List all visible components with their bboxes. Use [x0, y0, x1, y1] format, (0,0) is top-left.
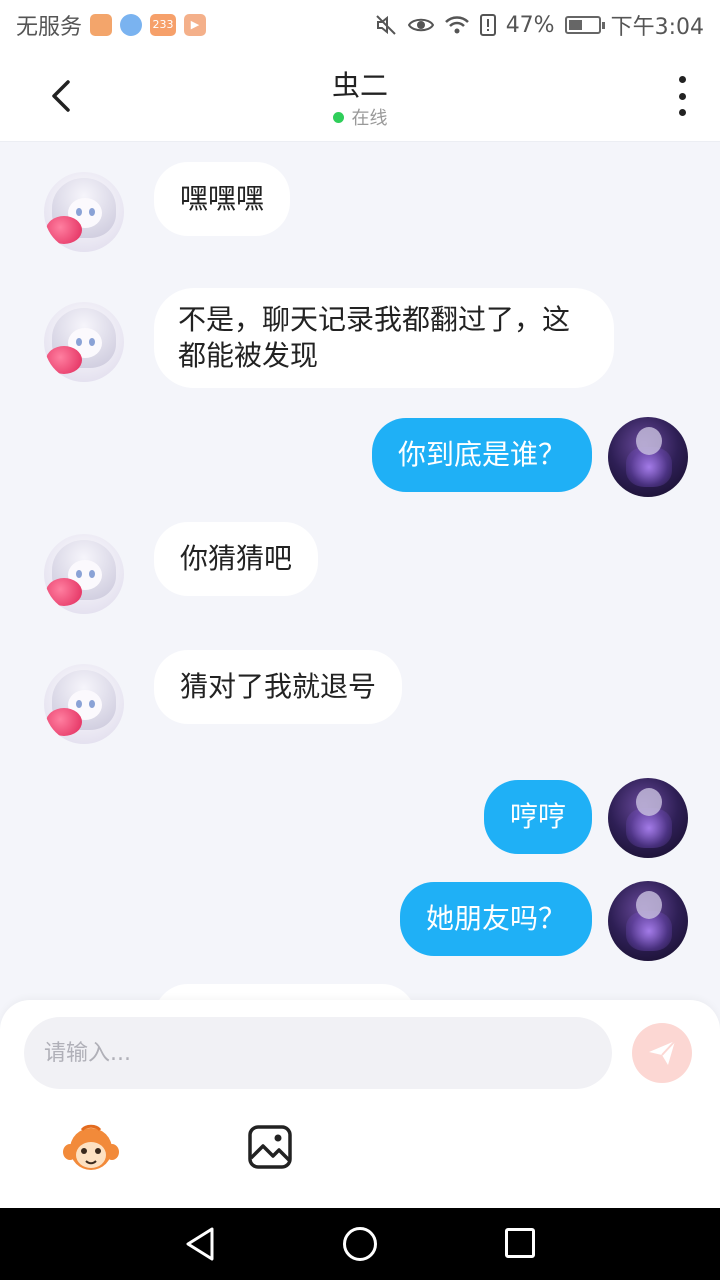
battery-percent: 47% — [505, 12, 555, 38]
user-avatar[interactable] — [608, 417, 688, 497]
clock: 下午3:04 — [610, 15, 704, 40]
battery-fill — [568, 20, 582, 30]
outgoing-message[interactable]: 你到底是谁？ — [371, 418, 592, 492]
incoming-message[interactable]: 猜对了我就退号 — [154, 650, 403, 724]
contact-name: 虫二 — [331, 69, 388, 102]
nav-back-button[interactable] — [182, 1226, 218, 1262]
eye-icon — [407, 18, 434, 32]
more-vertical-icon — [678, 76, 686, 83]
app-icon-233: 233 — [150, 14, 177, 36]
battery-icon — [564, 16, 605, 34]
user-avatar[interactable] — [608, 778, 688, 858]
carrier-text: 无服务 — [16, 15, 83, 40]
incoming-message[interactable]: 嘿嘿嘿 — [154, 162, 291, 236]
nav-recent-button[interactable] — [505, 1228, 535, 1258]
image-icon — [248, 1125, 292, 1169]
sim-alert-icon — [479, 14, 496, 36]
contact-avatar[interactable] — [44, 302, 124, 382]
user-avatar[interactable] — [608, 881, 688, 961]
contact-avatar[interactable] — [44, 172, 124, 252]
composer — [0, 1000, 720, 1208]
app-icon-2 — [120, 14, 143, 36]
send-button[interactable] — [632, 1023, 692, 1083]
status-right: 47% 下午3:04 — [374, 9, 704, 41]
system-nav-bar — [0, 1208, 720, 1280]
mute-icon — [375, 15, 396, 35]
online-status: 在线 — [0, 104, 720, 130]
chat-header: 虫二 在线 — [0, 50, 720, 142]
image-button[interactable] — [247, 1124, 293, 1170]
contact-avatar[interactable] — [44, 534, 124, 614]
message-list[interactable]: 嘿嘿嘿 不是，聊天记录我都翻过了，这都能被发现 你到底是谁？ 你猜猜吧 猜对了我… — [0, 142, 720, 1002]
incoming-message[interactable]: 不是，聊天记录我都翻过了，这都能被发现 — [154, 288, 614, 388]
message-input[interactable] — [24, 1017, 612, 1089]
contact-avatar[interactable] — [44, 664, 124, 744]
online-label: 在线 — [351, 108, 388, 129]
more-menu-button[interactable] — [672, 76, 692, 116]
paper-plane-icon — [649, 1040, 676, 1065]
app-icon-play: ▶ — [184, 14, 207, 36]
more-dot — [678, 92, 686, 100]
outgoing-message[interactable]: 哼哼 — [483, 780, 592, 854]
outgoing-message[interactable]: 她朋友吗？ — [399, 882, 592, 956]
online-dot — [332, 112, 344, 123]
wifi-icon — [444, 16, 469, 34]
status-bar: 无服务 233 ▶ 47% 下午3:04 — [0, 0, 720, 50]
nav-home-button[interactable] — [343, 1227, 377, 1261]
more-dot — [678, 109, 686, 116]
status-left: 无服务 233 ▶ — [16, 9, 207, 41]
incoming-message[interactable]: 你猜猜吧 — [154, 522, 319, 596]
triangle-back-icon — [186, 1227, 214, 1261]
emoji-button[interactable] — [62, 1124, 120, 1174]
app-icon-1 — [90, 14, 113, 36]
monkey-emoji-icon — [63, 1124, 119, 1170]
